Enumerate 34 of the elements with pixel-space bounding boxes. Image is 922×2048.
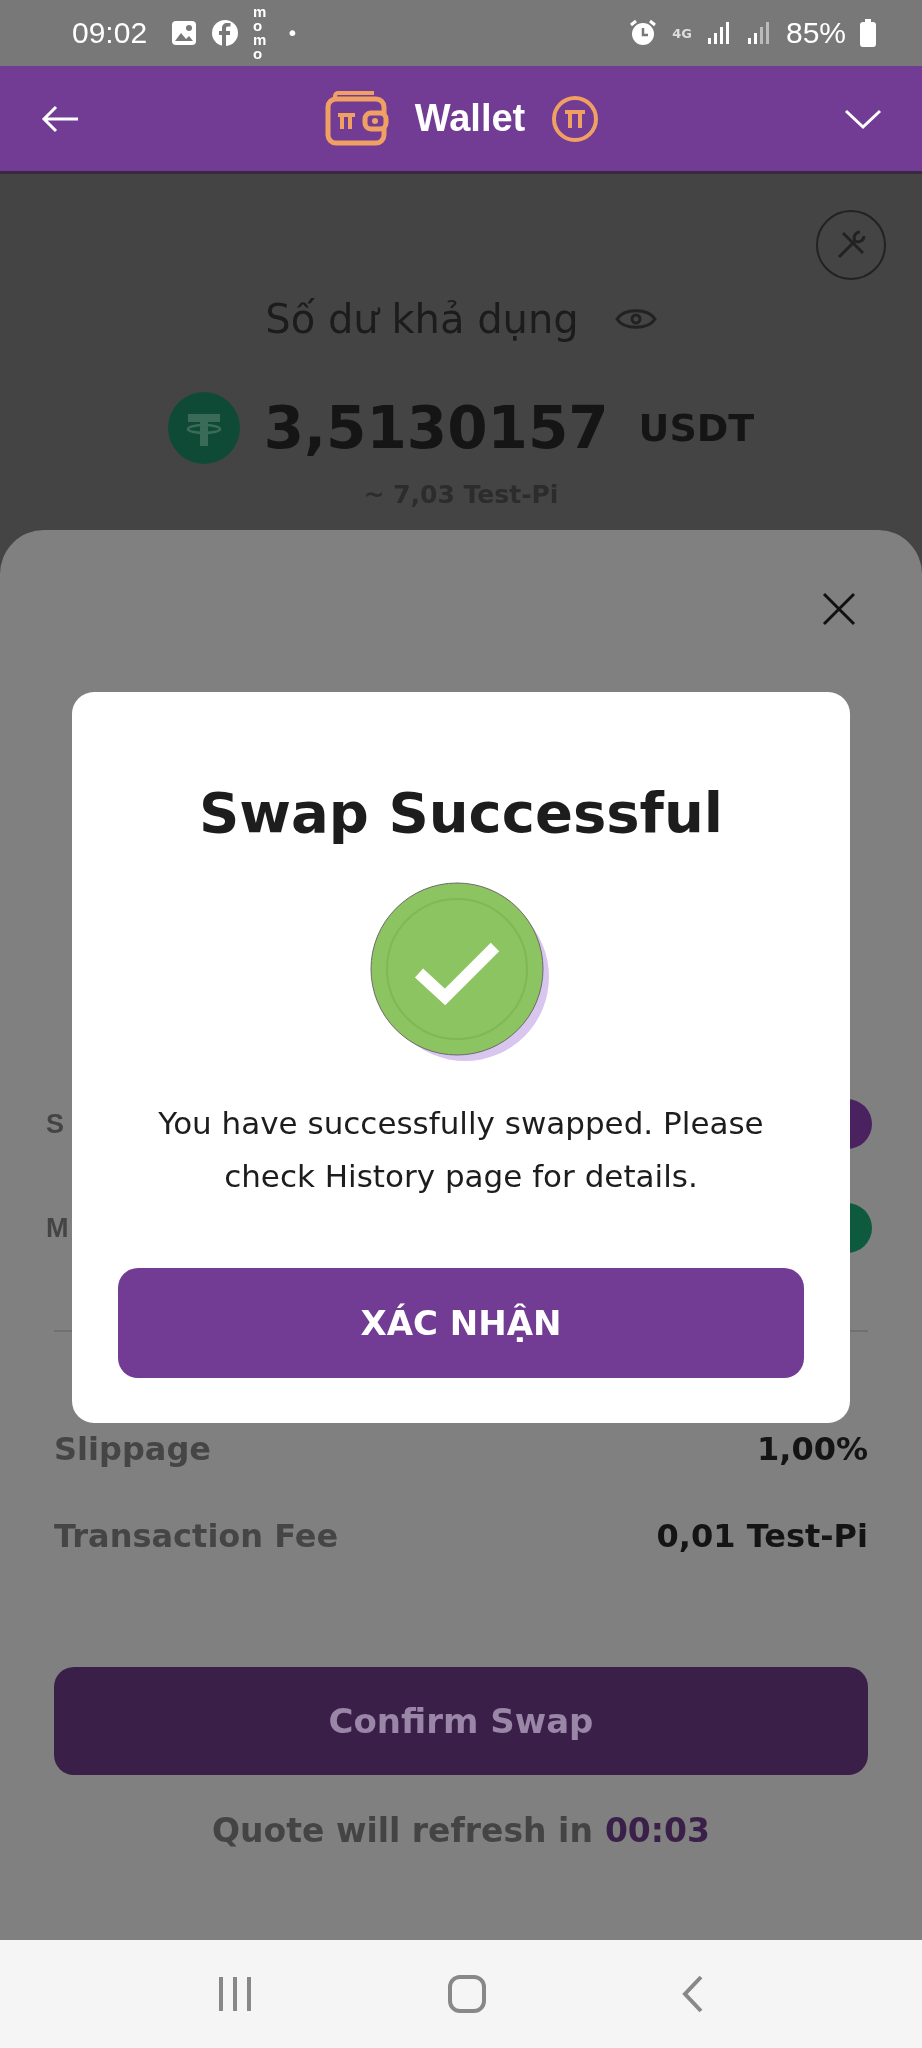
recent-apps-icon[interactable] <box>217 1975 254 2013</box>
detail-label: Transaction Fee <box>54 1517 339 1555</box>
chevron-down-icon[interactable] <box>844 107 882 130</box>
home-icon[interactable] <box>448 1975 486 2013</box>
detail-label: Slippage <box>54 1430 211 1468</box>
token-icon <box>167 392 240 464</box>
wallet-icon <box>324 90 389 147</box>
social-icon <box>211 19 240 47</box>
row-label: M <box>46 1212 69 1244</box>
back-arrow-icon[interactable] <box>40 103 80 134</box>
battery-icon <box>860 19 876 47</box>
dialog-title: Swap Successful <box>198 780 724 845</box>
confirm-button[interactable]: XÁC NHẬN <box>118 1268 804 1379</box>
header-title: Wallet <box>414 97 526 140</box>
status-time: 09:02 <box>72 16 148 50</box>
back-icon[interactable] <box>680 1975 705 2013</box>
image-icon <box>171 20 198 46</box>
row-label: S <box>46 1108 64 1140</box>
detail-value: 0,01 Test-Pi <box>656 1517 868 1555</box>
detail-value: 1,00% <box>757 1430 868 1468</box>
battery-level: 85% <box>785 16 846 50</box>
close-icon[interactable] <box>822 592 856 626</box>
network-type: 4G <box>672 25 692 41</box>
alarm-icon <box>628 18 659 48</box>
signal-icon <box>705 20 732 46</box>
confirm-swap-button[interactable]: Confirm Swap <box>54 1667 868 1775</box>
app-label: momo <box>253 4 268 62</box>
notification-dot: • <box>286 21 299 45</box>
coin-icon <box>551 94 600 143</box>
signal-icon <box>745 20 772 46</box>
tools-button[interactable] <box>816 210 886 280</box>
dialog-message: You have successfully swapped. Please check History page for details. <box>157 1104 765 1196</box>
refresh-note: Quote will refresh in <box>212 1811 593 1850</box>
refresh-countdown: 00:03 <box>604 1811 710 1850</box>
